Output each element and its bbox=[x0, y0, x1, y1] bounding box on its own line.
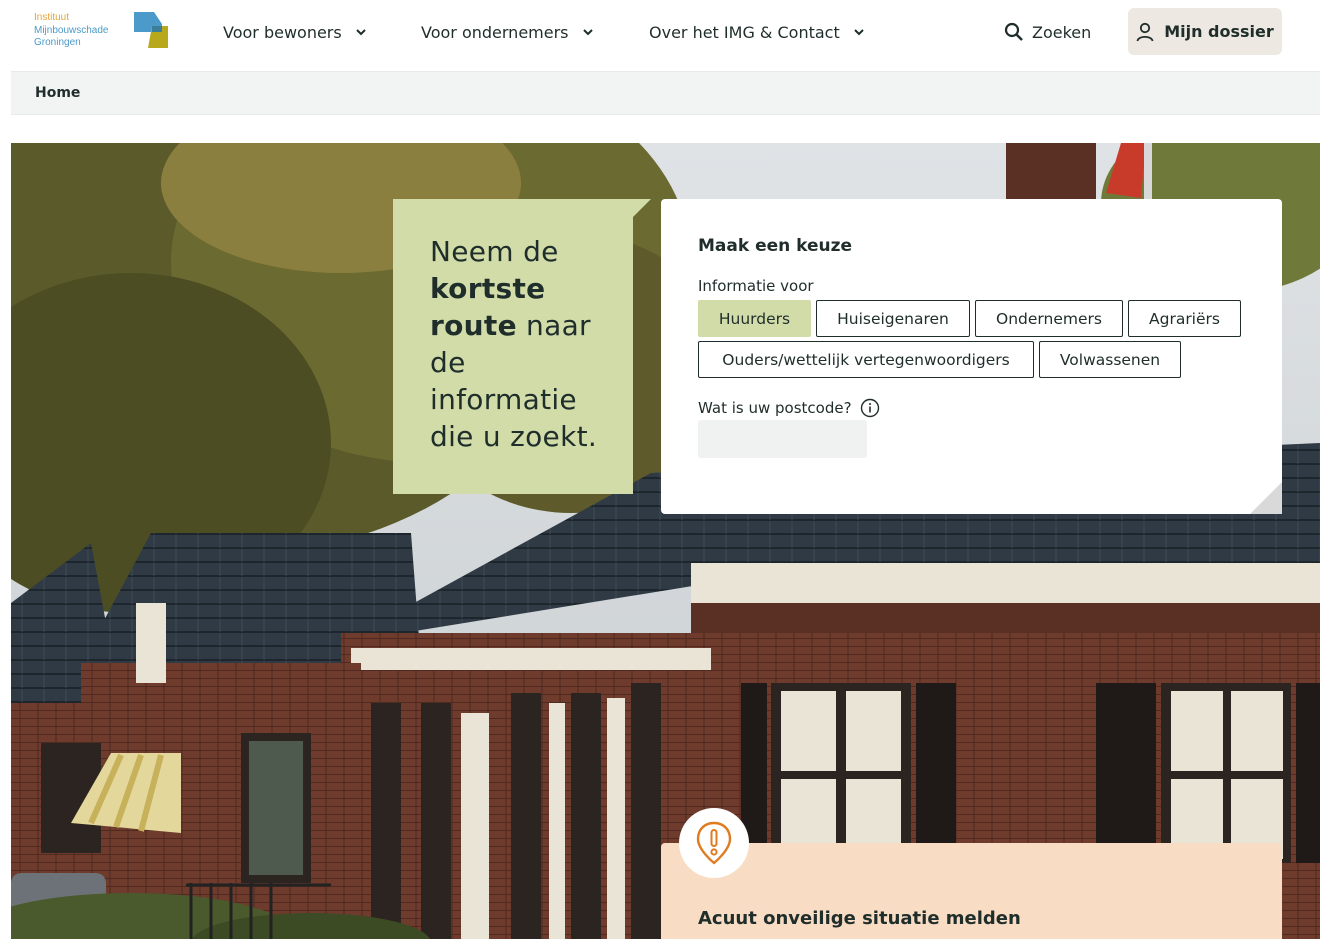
logo-mark-icon bbox=[134, 12, 168, 48]
tagline-fold-corner bbox=[633, 199, 651, 217]
nav-label: Voor bewoners bbox=[223, 22, 342, 42]
site-header: Instituut Mijnbouwschade Groningen Voor … bbox=[0, 0, 1320, 71]
search-label: Zoeken bbox=[1032, 22, 1092, 42]
breadcrumb: Home bbox=[11, 71, 1320, 115]
breadcrumb-home[interactable]: Home bbox=[35, 85, 80, 101]
option-huurders[interactable]: Huurders bbox=[698, 300, 811, 337]
option-ondernemers[interactable]: Ondernemers bbox=[975, 300, 1123, 337]
option-agrariers[interactable]: Agrariërs bbox=[1128, 300, 1241, 337]
dossier-label: Mijn dossier bbox=[1164, 22, 1274, 41]
postcode-label: Wat is uw postcode? bbox=[698, 398, 880, 418]
tagline-card: Neem de kortste route naar de informatie… bbox=[393, 199, 633, 494]
choice-title: Maak een keuze bbox=[698, 236, 853, 256]
option-ouders[interactable]: Ouders/wettelijk vertegenwoordigers bbox=[698, 341, 1034, 378]
postcode-label-text: Wat is uw postcode? bbox=[698, 399, 852, 417]
nav-voor-ondernemers[interactable]: Voor ondernemers bbox=[421, 0, 595, 64]
logo-line-1: Instituut bbox=[34, 12, 70, 23]
mijn-dossier-button[interactable]: Mijn dossier bbox=[1128, 8, 1282, 55]
logo-line-2: Mijnbouwschade bbox=[34, 24, 109, 36]
info-voor-label: Informatie voor bbox=[698, 277, 814, 295]
alert-title[interactable]: Acuut onveilige situatie melden bbox=[698, 908, 1021, 929]
chevron-down-icon bbox=[582, 29, 593, 36]
user-icon bbox=[1136, 22, 1154, 41]
chevron-down-icon bbox=[356, 29, 366, 36]
search-icon bbox=[1004, 22, 1023, 41]
nav-label: Over het IMG & Contact bbox=[649, 22, 840, 42]
alert-pin-icon bbox=[696, 821, 732, 865]
alert-icon-badge bbox=[679, 808, 749, 878]
nav-over-het-img[interactable]: Over het IMG & Contact bbox=[649, 0, 866, 64]
nav-voor-bewoners[interactable]: Voor bewoners bbox=[223, 0, 368, 64]
chevron-down-icon bbox=[854, 29, 864, 36]
option-huiseigenaren[interactable]: Huiseigenaren bbox=[816, 300, 970, 337]
info-icon[interactable] bbox=[860, 398, 880, 418]
logo[interactable]: Instituut Mijnbouwschade Groningen bbox=[34, 12, 174, 52]
nav-label: Voor ondernemers bbox=[421, 22, 569, 42]
choice-card: Maak een keuze Informatie voor Huurders … bbox=[661, 199, 1282, 514]
search-button[interactable]: Zoeken bbox=[1004, 18, 1091, 46]
tagline-part1: Neem de bbox=[430, 235, 559, 268]
logo-line-3: Groningen bbox=[34, 37, 81, 48]
tagline-text: Neem de kortste route naar de informatie… bbox=[430, 233, 613, 455]
option-volwassenen[interactable]: Volwassenen bbox=[1039, 341, 1181, 378]
logo-text: Instituut Mijnbouwschade Groningen bbox=[34, 12, 109, 50]
alert-card: Acuut onveilige situatie melden bbox=[661, 843, 1282, 939]
choice-fold-corner bbox=[1250, 482, 1282, 514]
postcode-input[interactable] bbox=[698, 420, 867, 458]
